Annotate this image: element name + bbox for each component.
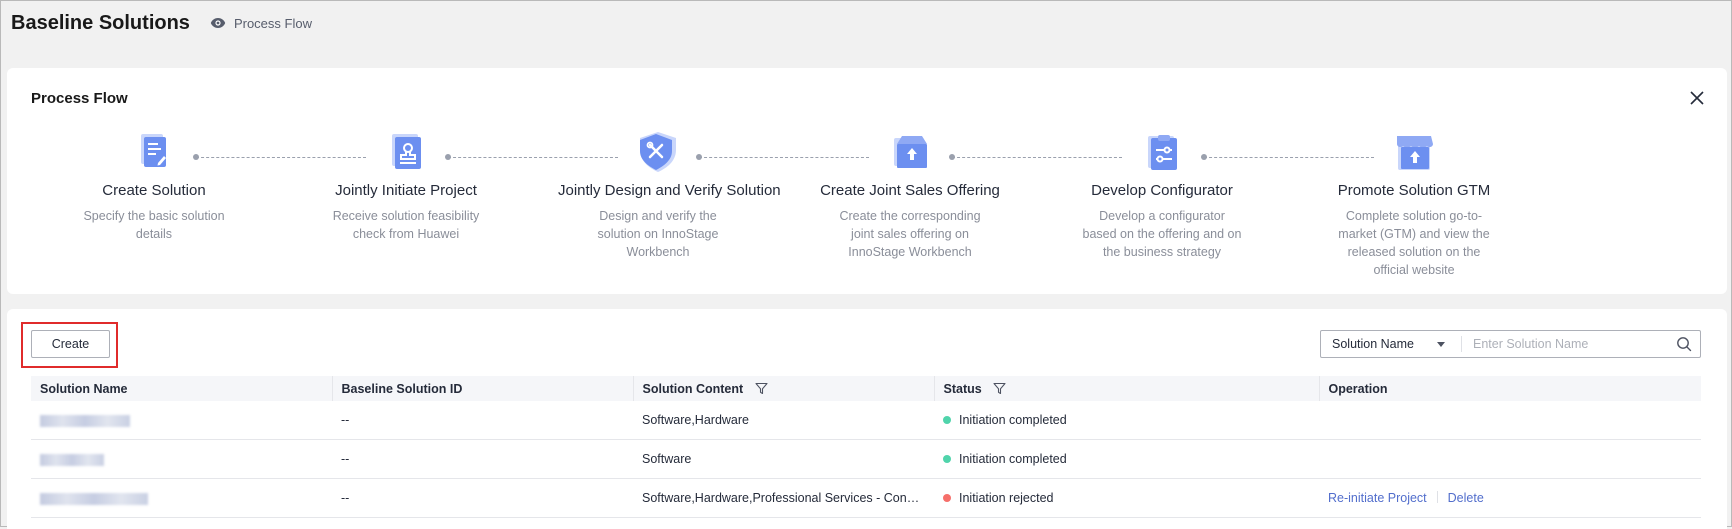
status-dot <box>943 416 951 424</box>
cell-operation <box>1319 401 1701 440</box>
step-description: Create the corresponding joint sales off… <box>839 209 981 259</box>
search-field-select[interactable]: Solution Name <box>1321 331 1461 357</box>
document-edit-icon <box>141 134 166 167</box>
box-upload-icon <box>894 136 927 168</box>
cell-status: Initiation completed <box>934 401 1319 440</box>
redacted-solution-name <box>40 414 130 427</box>
status-text: Initiation rejected <box>959 491 1054 505</box>
stamp-icon <box>392 134 421 169</box>
cell-solution-content: Software <box>633 439 934 479</box>
column-header-baseline-solution-id: Baseline Solution ID <box>332 376 634 401</box>
page-title: Baseline Solutions <box>11 11 190 34</box>
table-row: -- Software,Hardware,Professional Servic… <box>31 478 1701 518</box>
status-dot <box>943 494 951 502</box>
cell-operation <box>1319 439 1701 479</box>
close-icon[interactable] <box>1689 90 1705 106</box>
step-description: Receive solution feasibility check from … <box>332 209 480 241</box>
cell-status: Initiation rejected <box>934 478 1319 518</box>
step-title: Develop Configurator <box>1091 182 1233 199</box>
cell-operation: Re-initiate Project Delete <box>1319 478 1701 518</box>
create-button[interactable]: Create <box>31 330 110 358</box>
flow-step-create-joint-sales-offering: Create Joint Sales Offering Create the c… <box>810 130 1010 261</box>
cell-baseline-solution-id: -- <box>332 478 633 518</box>
search-box: Solution Name <box>1320 330 1701 358</box>
column-header-status: Status <box>934 376 1320 401</box>
process-flow-link-label: Process Flow <box>233 15 312 31</box>
process-flow-toggle[interactable]: Process Flow <box>210 16 312 31</box>
flow-step-jointly-design-verify: Jointly Design and Verify Solution Desig… <box>558 130 781 261</box>
step-title: Jointly Initiate Project <box>335 182 477 199</box>
search-input[interactable] <box>1462 331 1676 357</box>
shield-tools-icon <box>640 132 676 172</box>
solutions-table: Solution Name Baseline Solution ID Solut… <box>31 376 1701 518</box>
flow-step-create-solution: Create Solution Specify the basic soluti… <box>54 130 254 243</box>
step-title: Create Solution <box>102 182 206 199</box>
step-title: Jointly Design and Verify Solution <box>558 182 781 199</box>
delete-link[interactable]: Delete <box>1448 491 1484 505</box>
eye-icon <box>210 18 226 28</box>
clipboard-config-icon <box>1148 135 1177 170</box>
cell-solution-name[interactable] <box>31 439 332 479</box>
table-header-row: Solution Name Baseline Solution ID Solut… <box>31 376 1701 401</box>
column-header-solution-name: Solution Name <box>31 376 333 401</box>
step-title: Create Joint Sales Offering <box>820 182 1000 199</box>
reinitiate-project-link[interactable]: Re-initiate Project <box>1328 491 1427 505</box>
cell-solution-content: Software,Hardware,Professional Services … <box>633 478 934 518</box>
divider <box>1436 491 1438 503</box>
step-description: Develop a configurator based on the offe… <box>1082 209 1242 259</box>
status-text: Initiation completed <box>959 413 1067 427</box>
cell-solution-name[interactable] <box>31 478 332 518</box>
cell-solution-content: Software,Hardware <box>633 401 934 440</box>
search-field-value: Solution Name <box>1332 337 1414 351</box>
process-flow-title: Process Flow <box>31 90 128 107</box>
search-icon[interactable] <box>1676 336 1692 352</box>
process-flow-panel: Process Flow Create Solution Specify the… <box>7 68 1727 294</box>
flow-step-promote-solution-gtm: Promote Solution GTM Complete solution g… <box>1314 130 1514 279</box>
solutions-list-panel: Create Solution Name Solution Name Basel… <box>7 309 1727 529</box>
table-row: -- Software,Hardware Initiation complete… <box>31 401 1701 440</box>
status-dot <box>943 455 951 463</box>
cell-status: Initiation completed <box>934 439 1319 479</box>
step-description: Specify the basic solution details <box>83 209 225 241</box>
cell-solution-name[interactable] <box>31 401 332 440</box>
filter-icon[interactable] <box>755 382 768 395</box>
step-title: Promote Solution GTM <box>1337 182 1491 199</box>
step-description: Design and verify the solution on InnoSt… <box>597 209 719 259</box>
page-header: Baseline Solutions Process Flow <box>11 9 312 37</box>
flow-step-jointly-initiate-project: Jointly Initiate Project Receive solutio… <box>306 130 506 243</box>
redacted-solution-name <box>40 492 148 505</box>
flow-step-develop-configurator: Develop Configurator Develop a configura… <box>1062 130 1262 261</box>
cell-baseline-solution-id: -- <box>332 401 633 440</box>
redacted-solution-name <box>40 453 104 466</box>
store-upload-icon <box>1397 136 1433 170</box>
column-header-operation: Operation <box>1319 376 1701 401</box>
column-header-solution-content: Solution Content <box>633 376 935 401</box>
caret-down-icon <box>1437 342 1445 347</box>
table-row: -- Software Initiation completed <box>31 439 1701 479</box>
status-text: Initiation completed <box>959 452 1067 466</box>
filter-icon[interactable] <box>993 382 1006 395</box>
step-description: Complete solution go-to-market (GTM) and… <box>1338 209 1490 277</box>
cell-baseline-solution-id: -- <box>332 439 633 479</box>
